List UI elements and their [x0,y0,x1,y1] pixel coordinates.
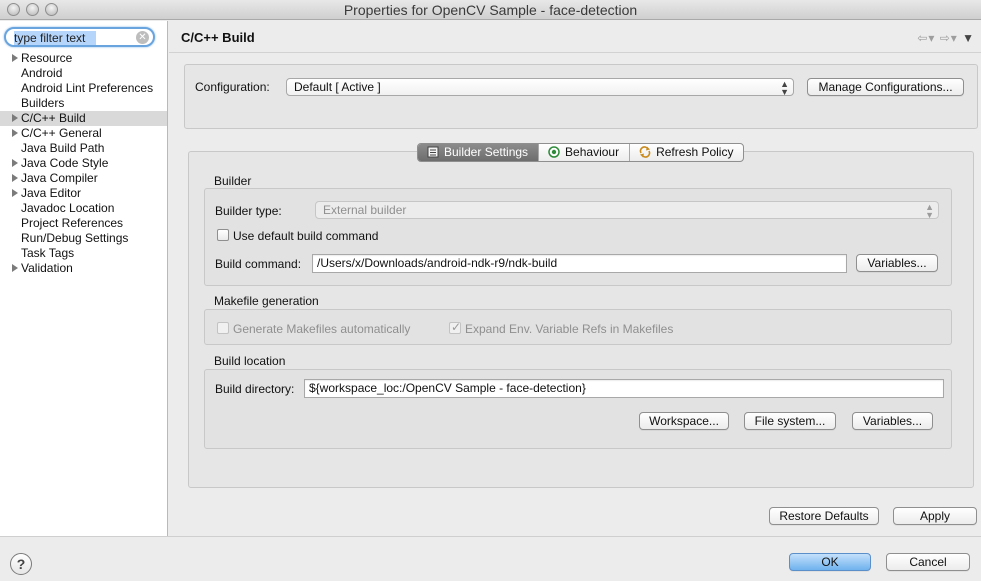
page-navigation: ⇦▾ ⇨▾ ▼ [917,31,975,45]
refresh-policy-icon [639,146,651,158]
clear-filter-icon[interactable]: ✕ [136,31,149,44]
sidebar-item-label: Builders [21,96,65,110]
preference-sidebar: ✕ ResourceAndroidAndroid Lint Preference… [0,21,168,536]
forward-arrow-icon[interactable]: ⇨▾ [940,31,958,45]
tab-behaviour-label: Behaviour [565,145,620,159]
sidebar-item-label: Resource [21,51,73,65]
makefile-section-label: Makefile generation [214,294,319,308]
expand-triangle-icon[interactable] [12,54,18,62]
filter-field[interactable]: ✕ [4,27,155,47]
sidebar-item-label: Android Lint Preferences [21,81,154,95]
apply-button[interactable]: Apply [893,507,977,525]
sidebar-item-label: Run/Debug Settings [21,231,129,245]
build-location-section-label: Build location [214,354,286,368]
configuration-select[interactable]: Default [ Active ] ▲ ▼ [286,78,794,97]
cancel-button[interactable]: Cancel [886,553,970,571]
file-system-button[interactable]: File system... [744,412,836,430]
filter-input[interactable] [14,30,134,45]
use-default-build-command-checkbox[interactable] [217,229,229,241]
sidebar-item-java-compiler[interactable]: Java Compiler [0,171,167,186]
sidebar-item-android-lint-preferences[interactable]: Android Lint Preferences [0,81,167,96]
build-command-label: Build command: [215,257,302,271]
expand-triangle-icon[interactable] [12,189,18,197]
builder-variables-button[interactable]: Variables... [856,254,938,272]
build-directory-input[interactable]: ${workspace_loc:/OpenCV Sample - face-de… [304,379,944,398]
sidebar-item-label: Android [21,66,63,80]
checkmark-icon: ✓ [451,320,462,334]
tab-builder-settings[interactable]: Builder Settings [418,144,540,161]
sidebar-item-java-code-style[interactable]: Java Code Style [0,156,167,171]
generate-makefiles-checkbox[interactable] [217,322,229,334]
page-title: C/C++ Build [181,30,255,45]
workspace-button[interactable]: Workspace... [639,412,729,430]
sidebar-item-c-c-general[interactable]: C/C++ General [0,126,167,141]
expand-triangle-icon[interactable] [12,174,18,182]
use-default-build-command-label: Use default build command [233,229,379,243]
builder-settings-icon [427,146,439,158]
sidebar-item-label: Java Code Style [21,156,109,170]
sidebar-item-java-editor[interactable]: Java Editor [0,186,167,201]
header-divider [169,52,981,53]
tab-folder-body: Builder Builder type: External builder ▲… [188,151,974,488]
select-arrows-icon: ▲ ▼ [925,202,934,220]
configuration-value: Default [ Active ] [294,80,381,94]
builder-type-select[interactable]: External builder ▲ ▼ [315,201,939,220]
build-command-input[interactable]: /Users/x/Downloads/android-ndk-r9/ndk-bu… [312,254,847,273]
sidebar-item-builders[interactable]: Builders [0,96,167,111]
sidebar-item-label: Java Compiler [21,171,98,185]
generate-makefiles-label: Generate Makefiles automatically [233,322,411,336]
builder-section-label: Builder [214,174,252,188]
expand-env-refs-checkbox[interactable]: ✓ [449,320,462,334]
preference-tree: Resource Android Android Lint Preferences B… [0,51,167,276]
sidebar-item-validation[interactable]: Validation [0,261,167,276]
view-menu-icon[interactable]: ▼ [962,31,975,45]
tab-refresh-policy[interactable]: Refresh Policy [630,144,743,161]
location-variables-button[interactable]: Variables... [852,412,933,430]
builder-type-label: Builder type: [215,204,282,218]
sidebar-item-android[interactable]: Android [0,66,167,81]
expand-env-refs-label: Expand Env. Variable Refs in Makefiles [465,322,674,336]
sidebar-item-project-references[interactable]: Project References [0,216,167,231]
builder-type-value: External builder [323,203,407,217]
expand-triangle-icon[interactable] [12,129,18,137]
builder-tabs: Builder Settings Behaviour Refresh Polic… [417,143,745,162]
dialog-button-bar: ? OK Cancel [0,536,981,581]
restore-defaults-button[interactable]: Restore Defaults [769,507,879,525]
sidebar-item-label: Javadoc Location [21,201,115,215]
sidebar-item-label: Java Build Path [21,141,105,155]
tab-refresh-policy-label: Refresh Policy [656,145,734,159]
property-page: C/C++ Build ⇦▾ ⇨▾ ▼ Configuration: Defau… [169,21,981,536]
sidebar-item-label: Validation [21,261,73,275]
build-directory-label: Build directory: [215,382,295,396]
sidebar-item-run-debug-settings[interactable]: Run/Debug Settings [0,231,167,246]
back-arrow-icon[interactable]: ⇦▾ [917,31,935,45]
expand-triangle-icon[interactable] [12,159,18,167]
help-button[interactable]: ? [10,553,32,575]
ok-button[interactable]: OK [789,553,871,571]
configuration-group: Configuration: Default [ Active ] ▲ ▼ Man… [184,64,978,129]
builder-group: Builder type: External builder ▲ ▼ Use de… [204,188,952,286]
sidebar-item-label: Task Tags [21,246,75,260]
select-arrows-icon: ▲ ▼ [780,79,789,97]
configuration-label: Configuration: [195,80,270,94]
build-location-group: Build directory: ${workspace_loc:/OpenCV… [204,369,952,449]
sidebar-item-c-c-build[interactable]: C/C++ Build [0,111,167,126]
tab-builder-settings-label: Builder Settings [444,145,529,159]
sidebar-item-label: Java Editor [21,186,82,200]
sidebar-item-label: C/C++ General [21,126,102,140]
makefile-group: Generate Makefiles automatically ✓ Expan… [204,309,952,345]
expand-triangle-icon[interactable] [12,114,18,122]
sidebar-item-resource[interactable]: Resource [0,51,167,66]
sidebar-item-java-build-path[interactable]: Java Build Path [0,141,167,156]
sidebar-item-task-tags[interactable]: Task Tags [0,246,167,261]
expand-triangle-icon[interactable] [12,264,18,272]
title-bar: Properties for OpenCV Sample - face-dete… [0,0,981,20]
sidebar-item-label: Project References [21,216,124,230]
behaviour-icon [548,146,560,158]
window-title: Properties for OpenCV Sample - face-dete… [343,2,638,18]
manage-configurations-button[interactable]: Manage Configurations... [807,78,964,96]
sidebar-item-javadoc-location[interactable]: Javadoc Location [0,201,167,216]
sidebar-item-label: C/C++ Build [21,111,86,125]
tab-behaviour[interactable]: Behaviour [539,144,631,161]
